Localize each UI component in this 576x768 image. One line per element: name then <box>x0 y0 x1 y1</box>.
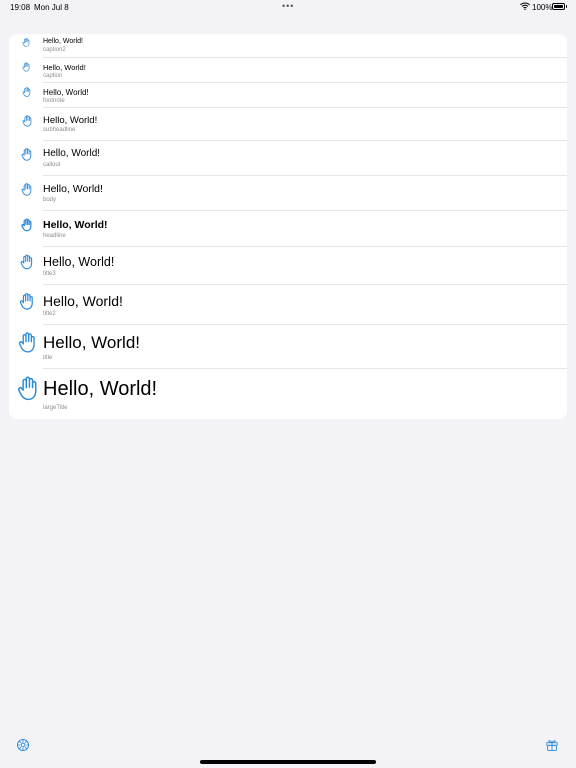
row-style-label: subheadline <box>43 127 76 133</box>
row-style-label: title <box>43 355 53 361</box>
hand-raised-icon <box>21 218 32 232</box>
status-bar: 19:08 Mon Jul 8 ••• 100% <box>0 0 576 14</box>
hand-raised-icon <box>19 293 34 310</box>
list-item[interactable]: Hello, World! subheadline <box>9 108 567 141</box>
battery-percent: 100% <box>532 3 553 12</box>
font-style-list: Hello, World! caption2 Hello, World! cap… <box>9 34 567 419</box>
gear-icon[interactable] <box>16 738 30 752</box>
hand-raised-icon <box>21 148 32 161</box>
row-style-label: callout <box>43 162 61 168</box>
row-title: Hello, World! <box>43 378 158 400</box>
list-item[interactable]: Hello, World! headline <box>9 211 567 247</box>
wifi-icon <box>520 2 530 10</box>
hand-raised-icon <box>22 62 30 72</box>
multitasking-dots[interactable]: ••• <box>282 1 294 11</box>
row-title: Hello, World! <box>43 219 108 231</box>
row-title: Hello, World! <box>43 88 89 97</box>
row-style-label: footnote <box>43 98 65 104</box>
hand-raised-icon <box>21 183 32 196</box>
row-style-label: headline <box>43 233 66 239</box>
gift-icon[interactable] <box>545 738 559 752</box>
list-item[interactable]: Hello, World! title2 <box>9 285 567 325</box>
list-item[interactable]: Hello, World! largeTitle <box>9 369 567 419</box>
row-title: Hello, World! <box>43 293 123 309</box>
hand-raised-icon <box>20 254 33 270</box>
row-style-label: caption2 <box>43 47 66 53</box>
list-item[interactable]: Hello, World! title <box>9 325 567 369</box>
list-item[interactable]: Hello, World! caption <box>9 58 567 83</box>
list-item[interactable]: Hello, World! caption2 <box>9 34 567 58</box>
battery-icon <box>552 3 567 10</box>
row-style-label: body <box>43 197 57 203</box>
home-indicator[interactable] <box>200 760 376 764</box>
row-style-label: caption <box>43 73 63 79</box>
row-title: Hello, World! <box>43 255 115 269</box>
row-title: Hello, World! <box>43 333 140 352</box>
status-time: 19:08 <box>10 3 31 12</box>
hand-raised-icon <box>18 332 36 353</box>
hand-raised-icon <box>22 38 30 47</box>
hand-raised-icon <box>17 376 38 401</box>
hand-raised-icon <box>22 115 32 127</box>
row-title: Hello, World! <box>43 148 101 159</box>
row-style-label: largeTitle <box>43 405 68 411</box>
row-title: Hello, World! <box>43 183 103 195</box>
status-date: Mon Jul 8 <box>34 3 69 12</box>
row-title: Hello, World! <box>43 115 98 126</box>
list-item[interactable]: Hello, World! title3 <box>9 247 567 285</box>
row-title: Hello, World! <box>43 63 86 72</box>
list-item[interactable]: Hello, World! body <box>9 176 567 211</box>
row-title: Hello, World! <box>43 38 83 45</box>
list-item[interactable]: Hello, World! footnote <box>9 83 567 108</box>
hand-raised-icon <box>22 87 31 97</box>
row-style-label: title3 <box>43 271 56 277</box>
row-style-label: title2 <box>43 311 56 317</box>
list-item[interactable]: Hello, World! callout <box>9 141 567 176</box>
